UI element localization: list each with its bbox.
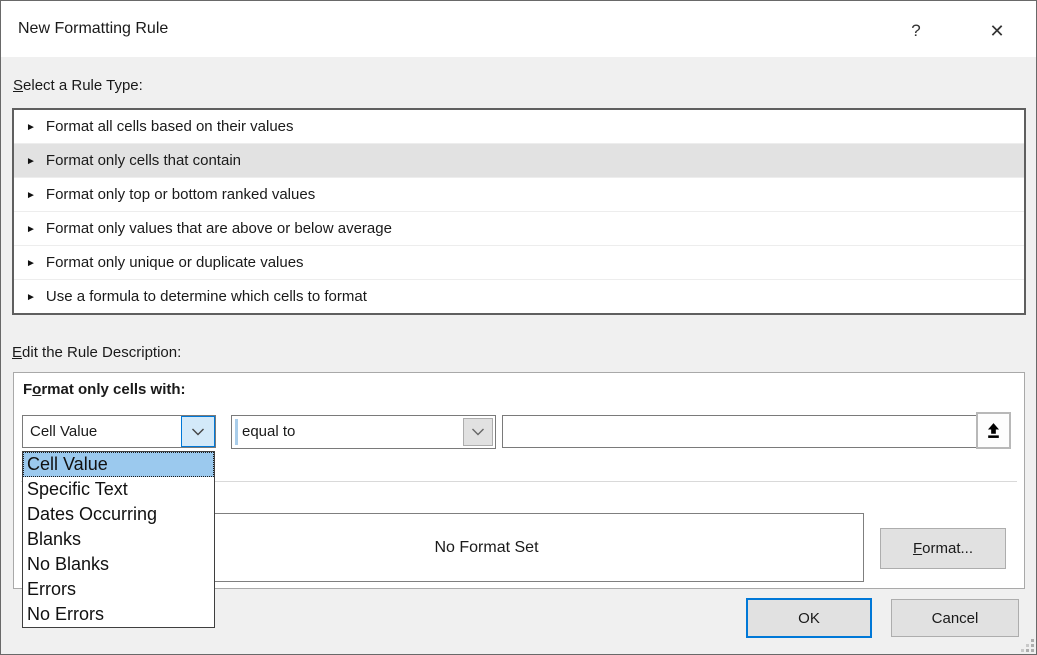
dropdown-item[interactable]: No Blanks [23,552,214,577]
close-icon[interactable]: ✕ [978,13,1016,47]
collapse-dialog-icon[interactable] [976,412,1011,449]
rule-type-item-label: Format all cells based on their values [46,118,294,135]
dropdown-item[interactable]: No Errors [23,602,214,627]
chevron-down-icon[interactable] [181,416,215,447]
rule-type-item-label: Format only unique or duplicate values [46,254,304,271]
text-caret [235,419,238,445]
dropdown-item[interactable]: Errors [23,577,214,602]
select-rule-type-label: Select a Rule Type: [13,77,143,97]
dropdown-item[interactable]: Blanks [23,527,214,552]
new-formatting-rule-dialog: New Formatting Rule ? ✕ Select a Rule Ty… [0,0,1037,655]
cancel-button[interactable]: Cancel [891,599,1019,637]
dialog-title: New Formatting Rule [18,1,168,57]
resize-grip[interactable] [1019,637,1035,653]
rule-arrow-icon: ► [26,247,36,280]
rule-type-item[interactable]: ► Use a formula to determine which cells … [14,280,1024,314]
rule-type-item[interactable]: ► Format only values that are above or be… [14,212,1024,246]
format-button[interactable]: Format... [880,528,1006,569]
format-only-cells-with-label: Format only cells with: [23,381,186,398]
chevron-down-icon[interactable] [463,418,493,446]
ok-button[interactable]: OK [746,598,872,638]
rule-arrow-icon: ► [26,145,36,178]
rule-arrow-icon: ► [26,281,36,314]
rule-type-item-selected[interactable]: ► Format only cells that contain [14,144,1024,178]
rule-type-item-label: Use a formula to determine which cells t… [46,288,367,305]
cell-type-combobox[interactable]: Cell Value [22,415,216,448]
rule-arrow-icon: ► [26,213,36,246]
rule-type-item[interactable]: ► Format only unique or duplicate values [14,246,1024,280]
format-preview: No Format Set [109,513,864,582]
rule-arrow-icon: ► [26,179,36,212]
rule-type-item-label: Format only top or bottom ranked values [46,186,315,203]
dropdown-item[interactable]: Specific Text [23,477,214,502]
dropdown-item[interactable]: Dates Occurring [23,502,214,527]
rule-arrow-icon: ► [26,111,36,144]
value-input[interactable] [502,415,1011,448]
operator-combobox-value: equal to [242,416,295,448]
dropdown-item-selected[interactable]: Cell Value [23,452,214,477]
rule-type-item-label: Format only values that are above or bel… [46,220,392,237]
rule-type-listbox: ►Format all cells based on their values … [12,108,1026,315]
help-icon[interactable]: ? [897,13,935,47]
cell-type-combobox-value: Cell Value [30,416,97,447]
operator-combobox[interactable]: equal to [231,415,496,449]
cell-type-dropdown-list: Cell Value Specific Text Dates Occurring… [22,451,215,628]
titlebar: New Formatting Rule ? ✕ [1,1,1036,57]
rule-type-item[interactable]: ► Format only top or bottom ranked values [14,178,1024,212]
rule-type-item[interactable]: ► Format all cells based on their values [14,110,1024,144]
edit-rule-description-label: Edit the Rule Description: [12,344,181,364]
rule-type-item-label: Format only cells that contain [46,152,241,169]
